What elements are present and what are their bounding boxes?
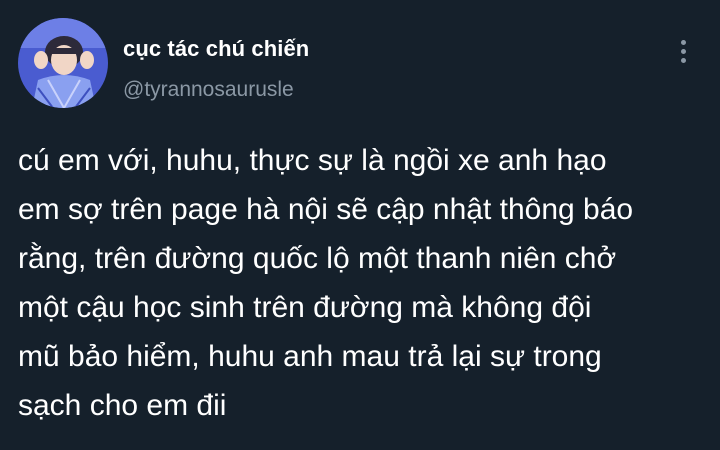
dot-icon <box>680 57 686 63</box>
tweet-line: cú em với, huhu, thực sự là ngồi xe anh … <box>18 144 607 177</box>
tweet-line: mũ bảo hiểm, huhu anh mau trả lại sự tro… <box>18 340 602 373</box>
tweet-line: sạch cho em đii <box>18 389 227 422</box>
tweet-text: cú em với, huhu, thực sự là ngồi xe anh … <box>18 136 708 430</box>
avatar[interactable] <box>18 18 108 108</box>
author-handle[interactable]: @tyrannosaurusle <box>123 78 294 102</box>
tweet-line: em sợ trên page hà nội sẽ cập nhật thông… <box>18 193 634 226</box>
more-options-icon[interactable] <box>670 34 696 68</box>
dot-icon <box>680 48 686 54</box>
tweet-card: cục tác chú chiến @tyrannosaurusle cú em… <box>0 0 720 450</box>
avatar-image <box>18 18 108 108</box>
author-display-name[interactable]: cục tác chú chiến <box>123 36 309 62</box>
dot-icon <box>680 39 686 45</box>
tweet-line: một cậu học sinh trên đường mà không đội <box>18 291 592 324</box>
tweet-line: rằng, trên đường quốc lộ một thanh niên … <box>18 242 617 275</box>
